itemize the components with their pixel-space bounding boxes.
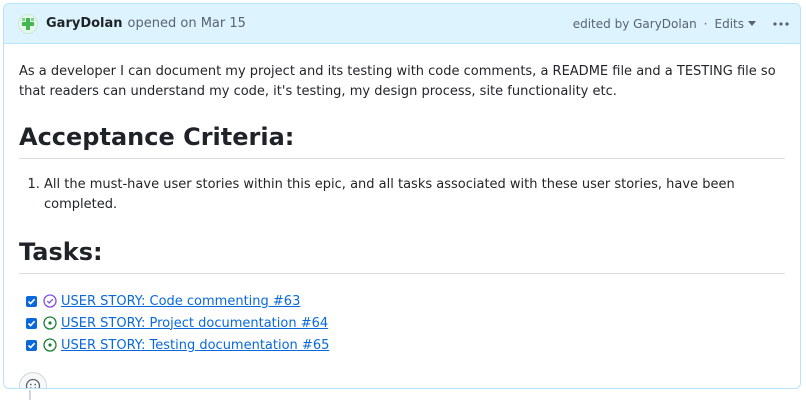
separator: · (703, 16, 708, 31)
issue-closed-icon (43, 294, 57, 308)
comment-options-button[interactable] (770, 13, 792, 35)
task-item: USER STORY: Code commenting #63 (26, 290, 785, 312)
opened-text: opened on Mar 15 (127, 16, 246, 31)
check-icon (27, 320, 36, 327)
author-link[interactable]: GaryDolan (46, 16, 123, 31)
edited-by-text: edited by GaryDolan (572, 16, 697, 31)
avatar-identicon (22, 17, 34, 30)
smiley-icon (25, 378, 41, 388)
edits-label: Edits (714, 16, 745, 31)
task-checkbox[interactable] (26, 317, 37, 329)
comment-body: As a developer I can document my project… (4, 44, 800, 388)
add-reaction-button[interactable] (19, 372, 47, 388)
task-link[interactable]: USER STORY: Project documentation #64 (61, 316, 328, 331)
task-checkbox[interactable] (26, 295, 37, 307)
task-item: USER STORY: Project documentation #64 (26, 312, 785, 334)
chevron-down-icon (748, 20, 756, 26)
task-checkbox[interactable] (26, 339, 37, 351)
intro-paragraph: As a developer I can document my project… (19, 64, 776, 99)
task-item: USER STORY: Testing documentation #65 (26, 334, 785, 356)
issue-comment: GaryDolan opened on Mar 15 edited by Gar… (3, 3, 801, 389)
acceptance-criteria-heading: Acceptance Criteria: (19, 122, 785, 159)
check-icon (27, 342, 36, 349)
criteria-list: All the must-have user stories within th… (19, 175, 785, 215)
edits-dropdown[interactable]: Edits (714, 16, 756, 31)
task-link[interactable]: USER STORY: Code commenting #63 (61, 294, 300, 309)
avatar[interactable] (18, 13, 38, 34)
task-link[interactable]: USER STORY: Testing documentation #65 (61, 338, 329, 353)
check-icon (27, 298, 36, 305)
task-list: USER STORY: Code commenting #63 USER STO… (19, 290, 785, 356)
issue-open-icon (43, 338, 57, 352)
comment-header: GaryDolan opened on Mar 15 edited by Gar… (4, 4, 800, 44)
kebab-horizontal-icon (773, 21, 789, 26)
criteria-item: All the must-have user stories within th… (44, 175, 785, 215)
timeline-line (29, 390, 31, 400)
tasks-heading: Tasks: (19, 237, 785, 274)
issue-open-icon (43, 316, 57, 330)
